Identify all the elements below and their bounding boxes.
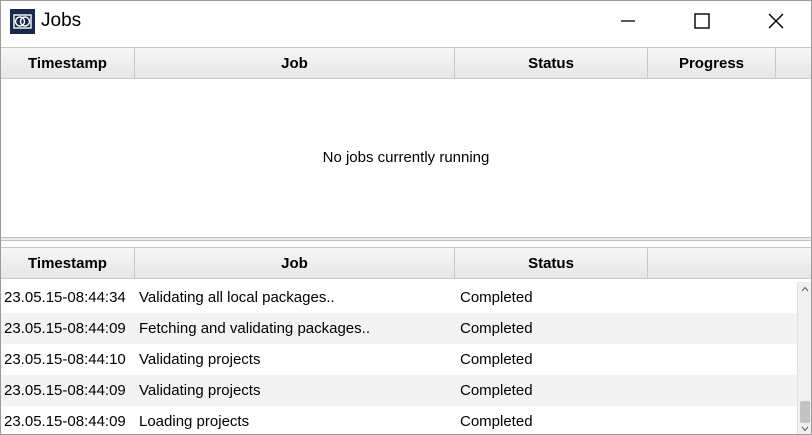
running-col-job[interactable]: Job	[135, 48, 455, 78]
row-status: Completed	[460, 289, 533, 306]
close-button[interactable]	[753, 1, 799, 41]
row-status: Completed	[460, 382, 533, 399]
scroll-up-button[interactable]	[798, 282, 811, 296]
row-status: Completed	[460, 351, 533, 368]
scroll-down-button[interactable]	[798, 422, 811, 434]
maximize-button[interactable]	[679, 1, 725, 41]
row-timestamp: 23.05.15-08:44:09	[4, 320, 126, 337]
table-row[interactable]: 23.05.15-08:44:09 Loading projects Compl…	[1, 406, 797, 434]
running-col-timestamp[interactable]: Timestamp	[1, 48, 135, 78]
jobs-window: Jobs Timestamp Job Status Progress No jo…	[0, 0, 812, 435]
table-row[interactable]: 23.05.15-08:44:10 Validating projects Co…	[1, 344, 797, 375]
pane-splitter[interactable]	[1, 237, 811, 241]
row-job: Fetching and validating packages..	[139, 320, 370, 337]
title-bar[interactable]: Jobs	[1, 1, 811, 41]
minimize-icon	[621, 20, 635, 22]
row-job: Loading projects	[139, 413, 250, 430]
chevron-down-icon	[801, 426, 809, 432]
row-status: Completed	[460, 320, 533, 337]
running-jobs-list: No jobs currently running	[1, 79, 811, 239]
row-timestamp: 23.05.15-08:44:34	[4, 289, 126, 306]
app-logo-icon	[10, 9, 35, 34]
window-title: Jobs	[41, 10, 82, 31]
row-timestamp: 23.05.15-08:44:09	[4, 413, 126, 430]
running-jobs-header: Timestamp Job Status Progress	[1, 47, 811, 79]
table-row[interactable]: 23.05.15-08:44:09 Fetching and validatin…	[1, 313, 797, 344]
table-row[interactable]: 23.05.15-08:44:09 Validating projects Co…	[1, 375, 797, 406]
row-job: Validating projects	[139, 382, 261, 399]
scroll-thumb[interactable]	[800, 401, 810, 423]
row-timestamp: 23.05.15-08:44:10	[4, 351, 126, 368]
row-job: Validating all local packages..	[139, 289, 335, 306]
close-icon	[768, 13, 784, 29]
minimize-button[interactable]	[605, 1, 651, 41]
table-row[interactable]: 23.05.15-08:44:34 Validating all local p…	[1, 282, 797, 313]
running-col-progress[interactable]: Progress	[648, 48, 776, 78]
row-job: Validating projects	[139, 351, 261, 368]
empty-message: No jobs currently running	[322, 149, 490, 166]
history-col-job[interactable]: Job	[135, 248, 455, 278]
row-status: Completed	[460, 413, 533, 430]
vertical-scrollbar[interactable]	[797, 282, 811, 434]
maximize-icon	[694, 13, 710, 29]
history-list: 23.05.15-08:44:34 Validating all local p…	[1, 282, 797, 434]
history-col-status[interactable]: Status	[455, 248, 648, 278]
history-col-timestamp[interactable]: Timestamp	[1, 248, 135, 278]
chevron-up-icon	[801, 286, 809, 292]
row-timestamp: 23.05.15-08:44:09	[4, 382, 126, 399]
history-header: Timestamp Job Status	[1, 247, 811, 279]
running-col-status[interactable]: Status	[455, 48, 648, 78]
